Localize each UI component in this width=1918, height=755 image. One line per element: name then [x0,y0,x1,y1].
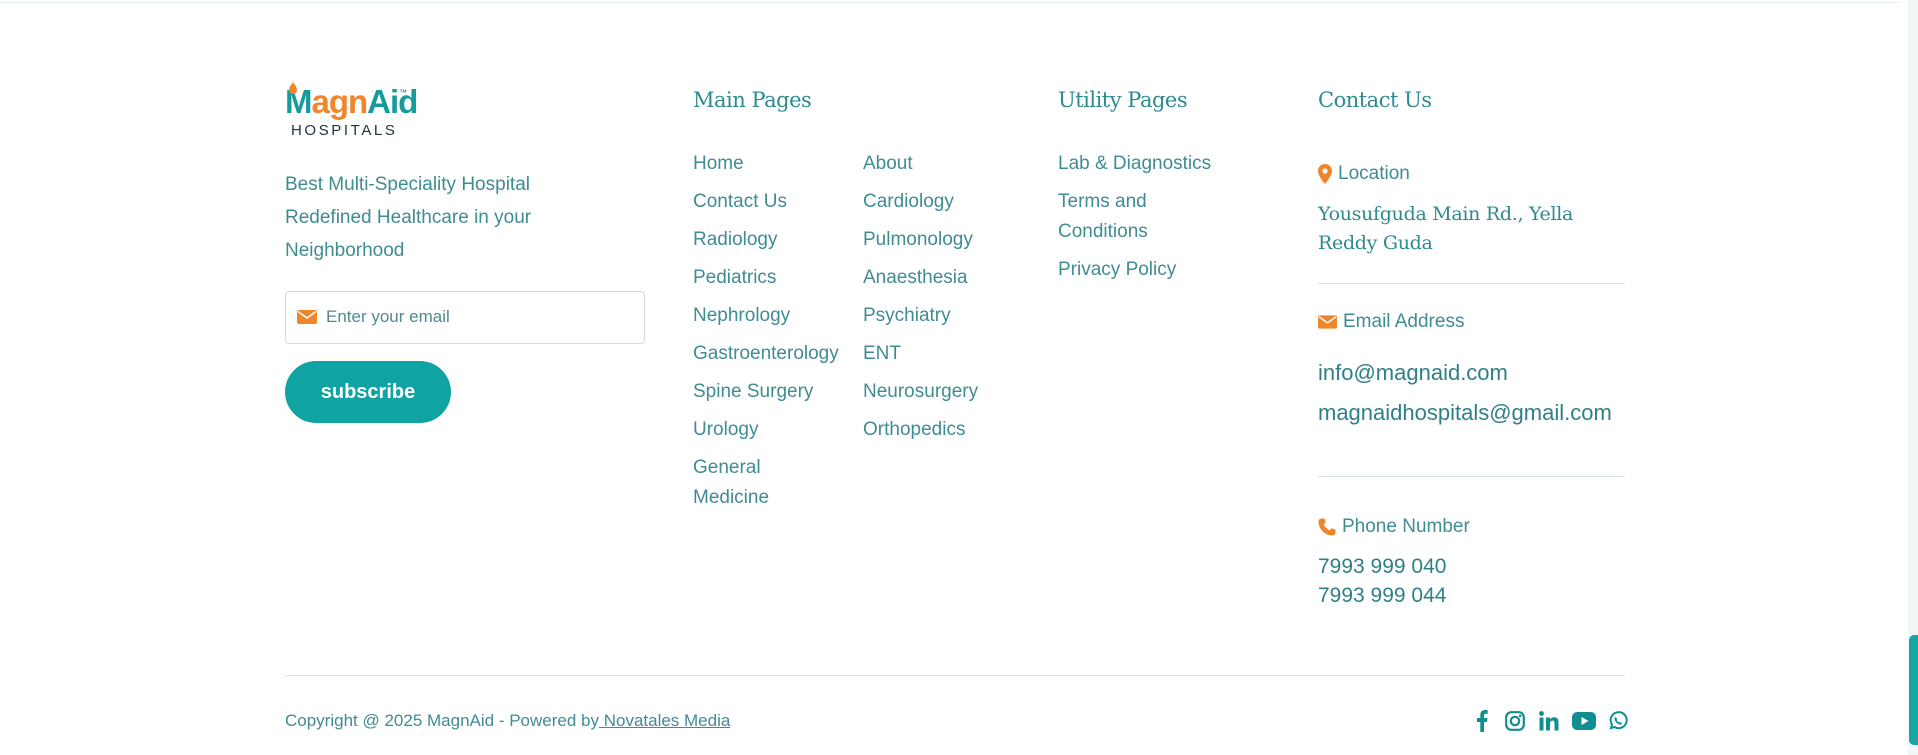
brand-tagline: Best Multi-Speciality Hospital Redefined… [285,174,532,261]
link-psychiatry[interactable]: Psychiatry [863,301,951,331]
envelope-icon [297,310,317,324]
contact-us-heading: Contact Us [1318,88,1432,112]
phone-link-1[interactable]: 7993 999 040 [1318,555,1446,579]
phone-number-label: Phone Number [1318,516,1470,538]
address-text: Yousufguda Main Rd., Yella Reddy Guda [1318,203,1574,254]
location-pin-icon [1318,164,1332,184]
link-nephrology[interactable]: Nephrology [693,301,790,331]
email-address-label: Email Address [1318,311,1464,333]
link-about[interactable]: About [863,149,913,179]
novatales-media-link[interactable]: Novatales Media [599,711,731,730]
location-label: Location [1318,163,1410,185]
utility-pages-heading: Utility Pages [1058,88,1188,112]
link-pediatrics[interactable]: Pediatrics [693,263,776,293]
scrollbar-track[interactable] [1908,0,1918,755]
facebook-icon[interactable] [1470,709,1494,733]
whatsapp-icon[interactable] [1606,709,1630,733]
logo-flame-icon [289,82,297,94]
scrollbar-thumb[interactable] [1909,635,1918,745]
phone-label-text: Phone Number [1342,516,1470,537]
copyright-label: Copyright @ 2025 MagnAid - Powered by [285,711,599,730]
link-urology[interactable]: Urology [693,415,758,445]
magnaid-logo[interactable]: MagnAid ™ HOSPITALS [285,82,418,139]
link-home[interactable]: Home [693,149,744,179]
link-radiology[interactable]: Radiology [693,225,778,255]
link-pulmonology[interactable]: Pulmonology [863,225,973,255]
link-contact-us[interactable]: Contact Us [693,187,787,217]
contact-divider [1318,476,1625,477]
linkedin-icon[interactable] [1537,709,1561,733]
newsletter-email-box[interactable] [285,291,645,344]
link-ent[interactable]: ENT [863,339,901,369]
logo-trademark: ™ [399,88,407,97]
link-spine-surgery[interactable]: Spine Surgery [693,377,813,407]
link-orthopedics[interactable]: Orthopedics [863,415,965,445]
email-link-info[interactable]: info@magnaid.com [1318,360,1508,386]
email-label-text: Email Address [1343,311,1465,332]
newsletter-email-input[interactable] [326,304,626,330]
phone-link-2[interactable]: 7993 999 044 [1318,584,1446,608]
logo-subtitle: HOSPITALS [291,122,398,139]
main-pages-heading: Main Pages [693,88,812,112]
bottom-divider [285,675,1625,676]
link-anaesthesia[interactable]: Anaesthesia [863,263,968,293]
subscribe-button[interactable]: subscribe [285,361,451,423]
email-link-gmail[interactable]: magnaidhospitals@gmail.com [1318,400,1612,426]
site-footer: MagnAid ™ HOSPITALS Best Multi-Specialit… [285,0,1628,755]
youtube-icon[interactable] [1571,709,1597,733]
location-label-text: Location [1338,163,1410,184]
logo-wordmark: MagnAid [285,83,418,120]
link-cardiology[interactable]: Cardiology [863,187,954,217]
link-gastroenterology[interactable]: Gastroenterology [693,339,839,369]
link-terms-conditions[interactable]: Terms and Conditions [1058,187,1188,247]
link-lab-diagnostics[interactable]: Lab & Diagnostics [1058,149,1211,179]
envelope-icon [1318,315,1337,329]
contact-divider [1318,283,1625,284]
copyright-text: Copyright @ 2025 MagnAid - Powered by No… [285,711,730,731]
link-general-medicine[interactable]: General Medicine [693,453,793,513]
instagram-icon[interactable] [1503,709,1527,733]
phone-icon [1318,518,1336,536]
link-privacy-policy[interactable]: Privacy Policy [1058,255,1176,285]
link-neurosurgery[interactable]: Neurosurgery [863,377,978,407]
